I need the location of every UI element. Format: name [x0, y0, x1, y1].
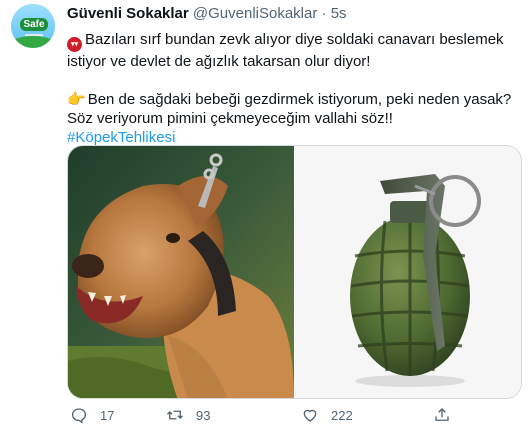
pointing-hand-emoji-icon: 👉 [67, 91, 86, 108]
tweet-header: Güvenli Sokaklar @GuvenliSokaklar · 5s [67, 5, 347, 22]
retweet-button[interactable]: 93 [166, 406, 210, 424]
heart-icon [303, 409, 317, 422]
like-button[interactable]: 222 [301, 406, 353, 424]
author-name[interactable]: Güvenli Sokaklar [67, 5, 189, 22]
hand-grenade-image[interactable] [295, 146, 521, 398]
like-count: 222 [331, 407, 353, 423]
tweet-paragraph-2: Ben de sağdaki bebeği gezdirmek istiyoru… [67, 91, 512, 127]
tweet-actions: 17 93 222 [67, 406, 522, 430]
angry-face-emoji-icon: ▾▾ [67, 37, 82, 52]
tweet-text: ▾▾ Bazıları sırf bundan zevk alıyor diye … [67, 30, 522, 147]
tweet-paragraph-1: Bazıları sırf bundan zevk alıyor diye so… [67, 31, 504, 70]
retweet-count: 93 [196, 407, 211, 423]
avatar-logo-text: Safe [20, 18, 48, 31]
share-button[interactable] [433, 406, 451, 424]
media-grid [67, 145, 522, 399]
share-icon [435, 408, 449, 421]
reply-icon [71, 408, 87, 424]
author-handle[interactable]: @GuvenliSokaklar [193, 5, 317, 22]
reply-button[interactable]: 17 [70, 406, 114, 424]
retweet-icon [167, 410, 183, 420]
separator-dot: · [321, 5, 327, 22]
reply-count: 17 [100, 407, 115, 423]
avatar[interactable]: Safe [11, 4, 55, 48]
tweet-time[interactable]: 5s [331, 5, 347, 22]
pit-bull-dog-image[interactable] [68, 146, 294, 398]
